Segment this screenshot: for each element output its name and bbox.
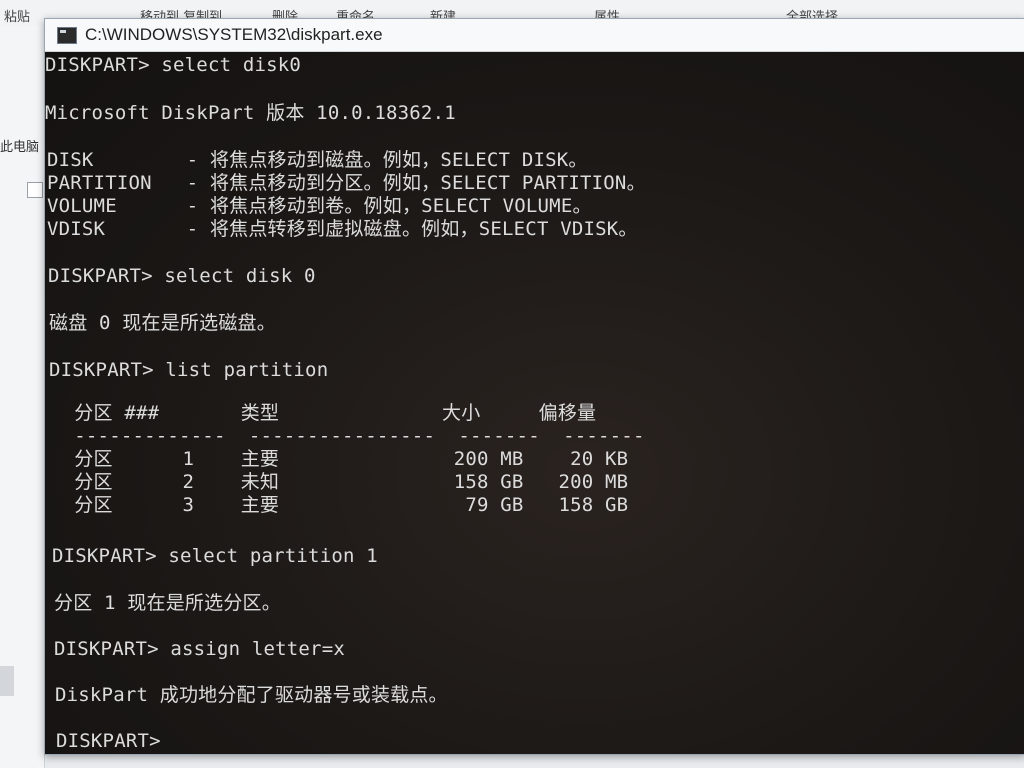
console-line: 分区 1 现在是所选分区。 bbox=[54, 592, 281, 614]
table-divider: ------------- ---------------- ------- -… bbox=[51, 425, 645, 447]
console-line: DISKPART> select disk0 bbox=[45, 54, 302, 76]
console-prompt[interactable]: DISKPART> bbox=[56, 730, 161, 752]
table-row: 分区 3 主要 79 GB 158 GB bbox=[51, 494, 629, 516]
console-line: PARTITION - 将焦点移动到分区。例如，SELECT PARTITION… bbox=[47, 172, 646, 194]
checkbox[interactable] bbox=[27, 182, 43, 198]
table-row: 分区 2 未知 158 GB 200 MB bbox=[51, 471, 629, 493]
nav-this-pc[interactable]: 此电脑 bbox=[0, 136, 39, 155]
table-row: 分区 1 主要 200 MB 20 KB bbox=[51, 448, 629, 470]
explorer-nav-pane: 此电脑 bbox=[0, 26, 45, 768]
console-line: VDISK - 将焦点转移到虚拟磁盘。例如，SELECT VDISK。 bbox=[47, 218, 638, 240]
console-line: DISKPART> select partition 1 bbox=[52, 545, 378, 567]
window-title: C:\WINDOWS\SYSTEM32\diskpart.exe bbox=[85, 25, 383, 44]
console-line: DISKPART> assign letter=x bbox=[54, 638, 345, 660]
ribbon-paste[interactable]: 粘贴 bbox=[4, 6, 30, 25]
console-app-icon bbox=[57, 27, 77, 44]
console-output[interactable]: DISKPART> select disk0 Microsoft DiskPar… bbox=[45, 52, 1024, 754]
console-line: DISKPART> select disk 0 bbox=[48, 265, 316, 287]
scroll-thumb[interactable] bbox=[0, 666, 14, 696]
console-line: DISK - 将焦点移动到磁盘。例如，SELECT DISK。 bbox=[47, 149, 588, 171]
console-line: DISKPART> list partition bbox=[49, 359, 329, 381]
diskpart-window: C:\WINDOWS\SYSTEM32\diskpart.exe DISKPAR… bbox=[44, 18, 1024, 755]
title-bar[interactable]: C:\WINDOWS\SYSTEM32\diskpart.exe bbox=[45, 19, 1024, 52]
console-line: DiskPart 成功地分配了驱动器号或装载点。 bbox=[55, 684, 448, 706]
table-header: 分区 ### 类型 大小 偏移量 bbox=[51, 402, 597, 424]
console-line: VOLUME - 将焦点移动到卷。例如，SELECT VOLUME。 bbox=[47, 195, 592, 217]
console-line: 磁盘 0 现在是所选磁盘。 bbox=[49, 312, 276, 334]
console-line: Microsoft DiskPart 版本 10.0.18362.1 bbox=[45, 102, 456, 124]
